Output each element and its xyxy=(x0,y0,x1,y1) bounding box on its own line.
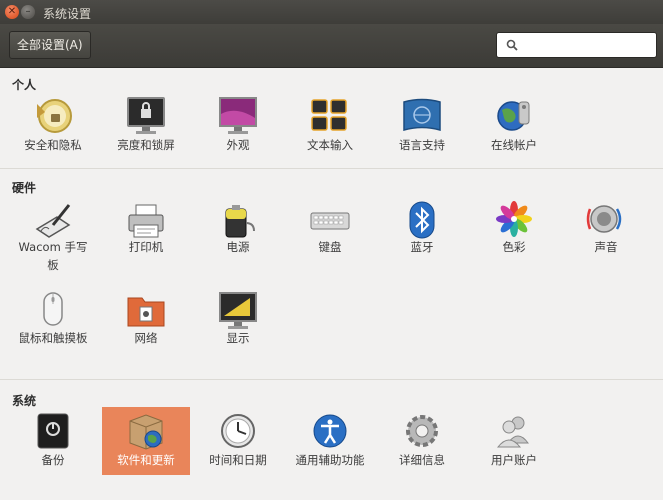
user-accounts-icon xyxy=(496,416,529,448)
item-time-date[interactable]: 时间和日期 xyxy=(194,407,282,475)
item-user-accounts[interactable]: 用户账户 xyxy=(470,407,558,475)
item-power[interactable]: 电源 xyxy=(194,197,282,267)
item-backup[interactable]: 备份 xyxy=(9,407,97,475)
item-display[interactable]: 显示 xyxy=(194,288,282,358)
item-wacom-tablet[interactable]: Wacom 手写 板 xyxy=(9,197,97,277)
universal-access-icon xyxy=(313,414,347,448)
color-icon xyxy=(496,201,532,237)
online-accounts-icon xyxy=(497,101,530,131)
section-divider xyxy=(0,168,663,169)
item-label: 网络 xyxy=(134,331,158,345)
display-icon xyxy=(219,292,257,329)
item-label: 文本输入 xyxy=(307,138,353,152)
close-window-button[interactable]: ✕ xyxy=(5,5,19,19)
item-label: 在线帐户 xyxy=(491,138,537,152)
minimize-window-button[interactable]: – xyxy=(21,5,35,19)
item-label: 安全和隐私 xyxy=(24,138,82,152)
network-icon xyxy=(127,297,165,327)
item-label: 色彩 xyxy=(502,240,526,254)
bluetooth-icon xyxy=(409,201,435,239)
item-label: 时间和日期 xyxy=(209,453,267,467)
language-support-icon xyxy=(403,98,441,131)
security-privacy-icon xyxy=(37,99,72,133)
title-bar: ✕ – 系统设置 xyxy=(0,0,663,24)
item-universal-access[interactable]: 通用辅助功能 xyxy=(286,407,374,475)
search-icon xyxy=(506,39,518,51)
mouse-touchpad-icon xyxy=(43,292,63,326)
item-color[interactable]: 色彩 xyxy=(470,197,558,267)
sound-icon xyxy=(586,205,622,233)
item-details[interactable]: 详细信息 xyxy=(378,407,466,475)
window-title: 系统设置 xyxy=(43,7,92,21)
power-icon xyxy=(225,205,255,238)
brightness-lock-icon xyxy=(127,97,165,134)
item-label: 通用辅助功能 xyxy=(295,453,365,467)
all-settings-button[interactable]: 全部设置(A) xyxy=(9,31,91,59)
backup-icon xyxy=(37,413,69,449)
toolbar: 全部设置(A) xyxy=(0,24,663,68)
text-entry-icon xyxy=(311,99,347,131)
item-mouse-touchpad[interactable]: 鼠标和触摸板 xyxy=(9,288,97,358)
software-updates-icon xyxy=(129,414,163,450)
wacom-tablet-icon xyxy=(35,204,71,238)
item-text-entry[interactable]: 文本输入 xyxy=(286,92,374,162)
item-label: 鼠标和触摸板 xyxy=(18,331,88,345)
section-title-personal: 个人 xyxy=(12,78,37,92)
item-label: 显示 xyxy=(226,331,250,345)
item-label: 软件和更新 xyxy=(117,453,175,467)
item-sound[interactable]: 声音 xyxy=(562,197,650,267)
appearance-icon xyxy=(219,97,257,134)
item-label: 外观 xyxy=(226,138,250,152)
item-label: 键盘 xyxy=(318,240,342,254)
item-keyboard[interactable]: 键盘 xyxy=(286,197,374,267)
item-label: 电源 xyxy=(226,240,250,254)
minimize-icon: – xyxy=(25,6,31,17)
section-title-hardware: 硬件 xyxy=(12,181,37,195)
time-date-icon xyxy=(221,414,255,448)
item-online-accounts[interactable]: 在线帐户 xyxy=(470,92,558,162)
item-label: Wacom 手写 xyxy=(18,240,88,254)
search-box[interactable] xyxy=(496,32,657,58)
details-icon xyxy=(406,415,438,447)
item-label: 亮度和锁屏 xyxy=(117,138,175,152)
printer-icon xyxy=(128,204,164,238)
item-label: 语言支持 xyxy=(399,138,445,152)
item-label: 声音 xyxy=(594,240,618,254)
item-label: 备份 xyxy=(41,453,65,467)
close-icon: ✕ xyxy=(7,6,17,17)
item-bluetooth[interactable]: 蓝牙 xyxy=(378,197,466,267)
search-input[interactable] xyxy=(525,36,654,56)
item-label: 蓝牙 xyxy=(410,240,434,254)
item-language-support[interactable]: 语言支持 xyxy=(378,92,466,162)
item-label: 用户账户 xyxy=(491,453,537,467)
keyboard-icon xyxy=(310,212,350,230)
section-divider xyxy=(0,379,663,380)
system-settings-window: ✕ – 系统设置 全部设置(A) 个人 安全和隐私 亮度和锁屏 外观 文本输入 … xyxy=(0,0,663,500)
item-printer[interactable]: 打印机 xyxy=(102,197,190,267)
item-network[interactable]: 网络 xyxy=(102,288,190,358)
item-brightness-lock[interactable]: 亮度和锁屏 xyxy=(102,92,190,162)
item-appearance[interactable]: 外观 xyxy=(194,92,282,162)
item-label: 打印机 xyxy=(128,240,164,254)
item-software-updates[interactable]: 软件和更新 xyxy=(102,407,190,475)
item-label-line2: 板 xyxy=(47,258,59,272)
item-security-privacy[interactable]: 安全和隐私 xyxy=(9,92,97,162)
item-label: 详细信息 xyxy=(399,453,445,467)
